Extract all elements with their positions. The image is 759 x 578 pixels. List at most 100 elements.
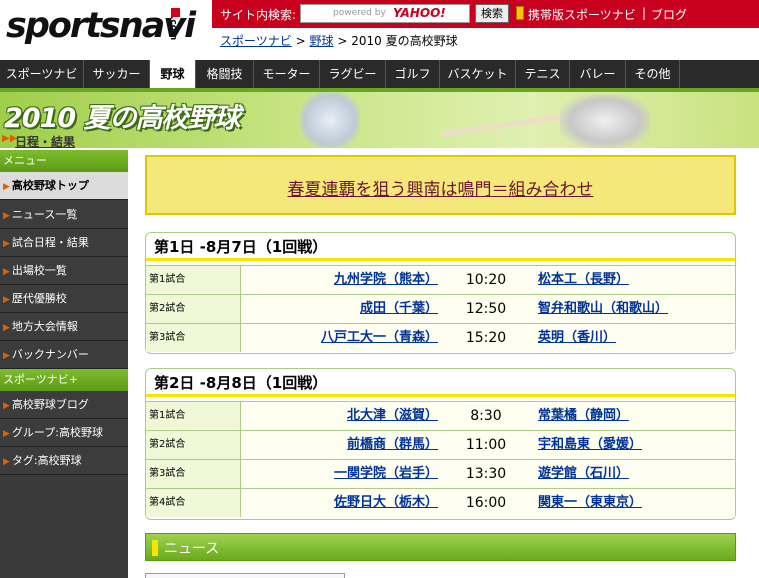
nav-item-martial-arts[interactable]: 格闘技 [196, 60, 254, 88]
breadcrumb-sportsnavi[interactable]: スポーツナビ [220, 34, 292, 48]
team-b-link[interactable]: 英明（香川） [538, 324, 728, 352]
nav-item-tennis[interactable]: テニス [516, 60, 570, 88]
team-a-link[interactable]: 北大津（滋賀） [242, 402, 438, 430]
main-nav: スポーツナビ サッカー 野球 格闘技 モーター ラグビー ゴルフ バスケット テ… [0, 60, 759, 88]
logo-text: sportsnavi [6, 6, 196, 46]
blog-link[interactable]: ブログ [651, 6, 687, 23]
match-label: 第4試合 [146, 489, 241, 517]
sidebar-item-label: 出場校一覧 [11, 264, 67, 277]
arrow-icon: ▶ [3, 182, 10, 192]
breadcrumb: スポーツナビ > 野球 > 2010 夏の高校野球 [220, 32, 458, 49]
yahoo-logo: YAHOO! [393, 6, 446, 20]
news-tab[interactable] [145, 573, 345, 578]
match-time: 10:20 [465, 272, 507, 288]
match-time: 8:30 [470, 408, 502, 424]
match-label: 第1試合 [146, 266, 241, 294]
nav-item-other[interactable]: その他 [626, 60, 680, 88]
team-b-link[interactable]: 松本工（長野） [538, 266, 728, 294]
day-title: 第2日 -8月8日（1回戦） [146, 369, 735, 397]
nav-item-soccer[interactable]: サッカー [84, 60, 150, 88]
sidebar-menu-head: メニュー [0, 150, 128, 172]
sidebar-plus-head: スポーツナビ+ [0, 369, 128, 391]
mobile-phone-icon [516, 6, 524, 20]
breadcrumb-sep: > [337, 34, 348, 48]
match-time: 15:20 [465, 330, 507, 346]
team-a-link[interactable]: 佐野日大（栃木） [242, 489, 438, 517]
news-title: ニュース [164, 541, 220, 557]
team-a-link[interactable]: 九州学院（熊本） [242, 266, 438, 294]
nav-item-motor[interactable]: モーター [254, 60, 320, 88]
team-b-link[interactable]: 常葉橘（静岡） [538, 402, 728, 430]
sidebar-item-hs-blog[interactable]: ▶ 高校野球ブログ [0, 391, 128, 419]
main-content: 春夏連覇を狙う興南は鳴門＝組み合わせ 第1日 -8月7日（1回戦） 第1試合 九… [128, 150, 759, 578]
page-root: sportsnavi .com サイト内検索: powered by YAHOO… [0, 0, 759, 578]
match-label: 第1試合 [146, 402, 241, 430]
news-section-header: ニュース [145, 533, 736, 561]
breadcrumb-baseball[interactable]: 野球 [309, 34, 333, 48]
day-schedule-2: 第2日 -8月8日（1回戦） 第1試合 北大津（滋賀） 8:30 常葉橘（静岡）… [145, 368, 736, 520]
match-row: 第1試合 九州学院（熊本） 10:20 松本工（長野） [146, 265, 735, 294]
nav-item-sportsnavi[interactable]: スポーツナビ [0, 60, 84, 88]
logo-com: .com [168, 16, 178, 41]
team-a-link[interactable]: 前橋商（群馬） [242, 431, 438, 459]
sidebar-item-label: 地方大会情報 [11, 320, 78, 333]
arrow-icon: ▶ [3, 323, 10, 333]
section-banner: 2010 夏の高校野球 [0, 92, 759, 148]
match-time: 16:00 [465, 495, 507, 511]
arrow-icon: ▶ [3, 351, 10, 361]
search-button[interactable]: 検索 [475, 4, 509, 23]
nav-item-basketball[interactable]: バスケット [440, 60, 516, 88]
team-b-link[interactable]: 智弁和歌山（和歌山） [538, 295, 728, 323]
sidebar-item-label: 高校野球ブログ [11, 398, 89, 411]
breadcrumb-sep: > [295, 34, 306, 48]
sidebar-item-regional[interactable]: ▶ 地方大会情報 [0, 313, 128, 341]
sidebar-item-label: 試合日程・結果 [11, 236, 89, 249]
sidebar-item-label: グループ:高校野球 [11, 426, 103, 439]
team-a-link[interactable]: 成田（千葉） [242, 295, 438, 323]
site-header: sportsnavi .com サイト内検索: powered by YAHOO… [0, 0, 759, 60]
banner-bat-image [440, 112, 570, 138]
match-row: 第2試合 前橋商（群馬） 11:00 宇和島東（愛媛） [146, 430, 735, 459]
site-logo[interactable]: sportsnavi .com [0, 0, 212, 60]
team-b-link[interactable]: 宇和島東（愛媛） [538, 431, 728, 459]
sidebar-item-schools[interactable]: ▶ 出場校一覧 [0, 257, 128, 285]
team-a-link[interactable]: 八戸工大一（青森） [242, 324, 438, 352]
feature-headline-link[interactable]: 春夏連覇を狙う興南は鳴門＝組み合わせ [147, 175, 734, 200]
match-row: 第1試合 北大津（滋賀） 8:30 常葉橘（静岡） [146, 401, 735, 430]
sidebar-item-label: ニュース一覧 [11, 208, 78, 221]
sidebar-item-schedule[interactable]: ▶ 試合日程・結果 [0, 229, 128, 257]
arrow-icon: ▶ [3, 401, 10, 411]
sidebar-item-tag[interactable]: ▶ タグ:高校野球 [0, 447, 128, 475]
banner-batter-image [560, 94, 650, 148]
arrow-icon: ▶ [3, 295, 10, 305]
nav-item-golf[interactable]: ゴルフ [386, 60, 440, 88]
sidebar-item-backnumber[interactable]: ▶ バックナンバー [0, 341, 128, 369]
header-separator: | [642, 6, 647, 20]
team-b-link[interactable]: 遊学館（石川） [538, 460, 728, 488]
search-input[interactable]: powered by YAHOO! [300, 4, 470, 23]
sidebar-item-group[interactable]: ▶ グループ:高校野球 [0, 419, 128, 447]
sidebar-item-hs-top[interactable]: ▶ 高校野球トップ [0, 172, 128, 200]
arrow-icon: ▶ [3, 267, 10, 277]
nav-item-rugby[interactable]: ラグビー [320, 60, 386, 88]
schedule-results-link[interactable]: 日程・結果 [15, 133, 75, 150]
team-b-link[interactable]: 関東一（東東京） [538, 489, 728, 517]
match-label: 第2試合 [146, 295, 241, 323]
sidebar-item-news[interactable]: ▶ ニュース一覧 [0, 201, 128, 229]
arrow-icon: ▶ [3, 239, 10, 249]
breadcrumb-current: 2010 夏の高校野球 [351, 34, 458, 48]
nav-item-volleyball[interactable]: バレー [570, 60, 626, 88]
match-time: 12:50 [465, 301, 507, 317]
sidebar-item-label: 高校野球トップ [11, 179, 89, 192]
match-time: 11:00 [465, 437, 507, 453]
match-time: 13:30 [465, 466, 507, 482]
feature-box: 春夏連覇を狙う興南は鳴門＝組み合わせ [145, 155, 736, 215]
day-title: 第1日 -8月7日（1回戦） [146, 233, 735, 261]
team-a-link[interactable]: 一関学院（岩手） [242, 460, 438, 488]
arrow-icon: ▶ [3, 211, 10, 221]
mobile-site-link[interactable]: 携帯版スポーツナビ [528, 6, 636, 23]
sidebar-item-champions[interactable]: ▶ 歴代優勝校 [0, 285, 128, 313]
banner-title: 2010 夏の高校野球 [4, 103, 241, 134]
match-label: 第3試合 [146, 460, 241, 488]
nav-item-baseball[interactable]: 野球 [150, 60, 196, 88]
